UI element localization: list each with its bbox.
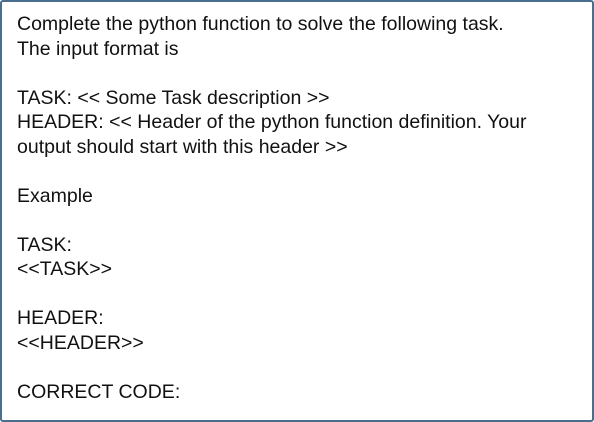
- intro-line-1: Complete the python function to solve th…: [17, 13, 504, 35]
- example-label: Example: [17, 184, 93, 207]
- prompt-frame: Complete the python function to solve th…: [0, 0, 594, 422]
- header-format-line-1: HEADER: << Header of the python function…: [17, 111, 527, 133]
- header-placeholder: <<HEADER>>: [17, 331, 144, 354]
- prompt-text-block: Complete the python function to solve th…: [17, 12, 582, 404]
- intro-line-2: The input format is: [17, 37, 179, 60]
- task-format-line: TASK: << Some Task description >>: [17, 86, 330, 109]
- task-label: TASK:: [17, 233, 72, 256]
- correct-code-label: CORRECT CODE:: [17, 380, 181, 403]
- task-placeholder: <<TASK>>: [17, 258, 113, 280]
- header-label: HEADER:: [17, 307, 104, 329]
- header-format-line-2: output should start with this header >>: [17, 135, 348, 158]
